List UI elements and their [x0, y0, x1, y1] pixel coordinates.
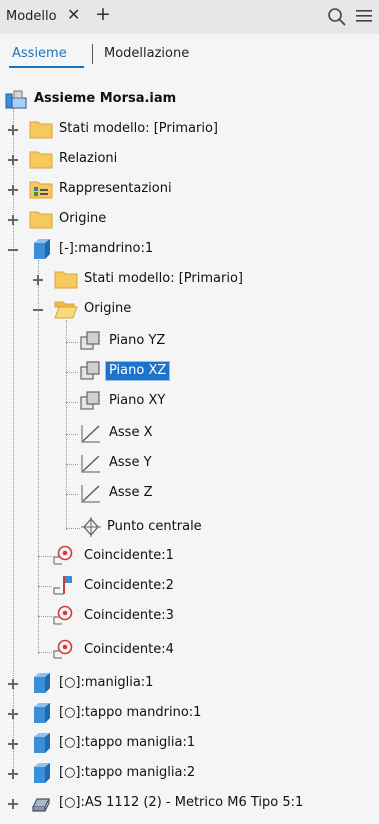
- tree-item-maniglia[interactable]: [○]:maniglia:1: [0, 672, 379, 698]
- expand-toggle[interactable]: [8, 679, 18, 689]
- tree-item-stati-modello[interactable]: Stati modello: [Primario]: [0, 118, 379, 144]
- close-icon[interactable]: ✕: [67, 6, 80, 24]
- part-icon: [34, 733, 50, 753]
- flush-constraint-icon: [53, 576, 72, 595]
- expand-toggle[interactable]: [33, 275, 43, 285]
- tree-item-label: Asse Y: [109, 455, 152, 470]
- work-plane-icon: [80, 361, 100, 380]
- tree-root-label: Assieme Morsa.iam: [34, 91, 177, 106]
- representations-folder-icon: [29, 181, 53, 199]
- work-plane-icon: [80, 391, 100, 410]
- tree-item-rappresentazioni[interactable]: Rappresentazioni: [0, 178, 379, 204]
- tree-item-label: [○]:AS 1112 (2) - Metrico M6 Tipo 5:1: [59, 795, 304, 810]
- tree-item-coincidente-1[interactable]: Coincidente:1: [0, 544, 379, 570]
- tree-item-label: [○]:tappo maniglia:2: [59, 765, 196, 780]
- expand-toggle[interactable]: [8, 155, 18, 165]
- expand-toggle[interactable]: [8, 215, 18, 225]
- tree-item-label: Rappresentazioni: [59, 181, 172, 196]
- tree-item-tappo-mandrino[interactable]: [○]:tappo mandrino:1: [0, 702, 379, 728]
- expand-toggle[interactable]: [8, 739, 18, 749]
- tree-item-as-1112[interactable]: [○]:AS 1112 (2) - Metrico M6 Tipo 5:1: [0, 792, 379, 818]
- work-axis-icon: [81, 425, 100, 443]
- tree-item-label: [-]:mandrino:1: [59, 241, 154, 256]
- tab-separator: [92, 44, 93, 64]
- panel-title[interactable]: Modello: [6, 9, 57, 24]
- tree-item-label: [○]:maniglia:1: [59, 675, 154, 690]
- tree-item-label: [○]:tappo maniglia:1: [59, 735, 196, 750]
- tree-item-label: Asse Z: [109, 485, 153, 500]
- work-axis-icon: [81, 455, 100, 473]
- tree-item-label: Coincidente:3: [84, 608, 174, 623]
- add-tab-icon[interactable]: +: [95, 5, 111, 24]
- tree-item-asse-y[interactable]: Asse Y: [0, 452, 379, 478]
- work-plane-icon: [80, 331, 100, 350]
- tree-item-coincidente-3[interactable]: Coincidente:3: [0, 604, 379, 630]
- tree-item-tappo-maniglia-2[interactable]: [○]:tappo maniglia:2: [0, 762, 379, 788]
- assembly-icon: [5, 90, 27, 109]
- expand-toggle[interactable]: [8, 125, 18, 135]
- browser-header: Modello ✕ +: [0, 0, 379, 34]
- tree-item-label: [○]:tappo mandrino:1: [59, 705, 202, 720]
- tree-item-label: Stati modello: [Primario]: [59, 121, 218, 136]
- expand-toggle[interactable]: [8, 769, 18, 779]
- tree-item-mandrino[interactable]: [-]:mandrino:1: [0, 238, 379, 264]
- tree-item-label: Origine: [59, 211, 107, 226]
- expand-toggle[interactable]: [8, 799, 18, 809]
- tree-item-label: Punto centrale: [107, 519, 202, 534]
- mate-constraint-icon: [53, 639, 73, 659]
- mate-constraint-icon: [53, 605, 73, 625]
- folder-icon: [54, 271, 78, 289]
- tab-assieme[interactable]: Assieme: [12, 46, 67, 61]
- expand-toggle[interactable]: [8, 709, 18, 719]
- tree-item-label: Asse X: [109, 425, 153, 440]
- folder-icon: [29, 121, 53, 139]
- part-icon: [34, 763, 50, 783]
- tree-item-label: Stati modello: [Primario]: [84, 271, 243, 286]
- tab-modellazione[interactable]: Modellazione: [104, 46, 189, 61]
- expand-toggle[interactable]: [8, 185, 18, 195]
- tree-item-label: Coincidente:4: [84, 642, 174, 657]
- tree-item-tappo-maniglia-1[interactable]: [○]:tappo maniglia:1: [0, 732, 379, 758]
- part-icon: [34, 703, 50, 723]
- part-icon: [34, 239, 50, 259]
- search-icon[interactable]: [327, 7, 347, 27]
- part-icon: [34, 673, 50, 693]
- collapse-toggle[interactable]: [33, 305, 43, 315]
- folder-icon: [29, 211, 53, 229]
- tree-item-label-selected: Piano XZ: [104, 361, 171, 381]
- tree-item-label: Coincidente:2: [84, 578, 174, 593]
- open-folder-icon: [54, 301, 78, 319]
- tree-item-asse-z[interactable]: Asse Z: [0, 482, 379, 508]
- tree-item-label: Piano XY: [109, 393, 166, 408]
- tree-item-piano-xy[interactable]: Piano XY: [0, 390, 379, 416]
- tree-root[interactable]: Assieme Morsa.iam: [0, 88, 379, 114]
- tree-item-asse-x[interactable]: Asse X: [0, 422, 379, 448]
- tree-item-piano-xz[interactable]: Piano XZ: [0, 360, 379, 386]
- collapse-toggle[interactable]: [8, 245, 18, 255]
- tree-item-origine-mandrino[interactable]: Origine: [0, 298, 379, 324]
- fastener-icon: [32, 798, 50, 812]
- tree-item-punto-centrale[interactable]: Punto centrale: [0, 516, 379, 542]
- work-axis-icon: [81, 485, 100, 503]
- active-tab-indicator: [9, 66, 84, 68]
- tree-item-coincidente-4[interactable]: Coincidente:4: [0, 638, 379, 664]
- tree-item-label: Piano YZ: [109, 333, 166, 348]
- tree-item-coincidente-2[interactable]: Coincidente:2: [0, 574, 379, 600]
- mate-constraint-icon: [53, 545, 73, 565]
- tree-item-piano-yz[interactable]: Piano YZ: [0, 330, 379, 356]
- tree-item-stati-modello-mandrino[interactable]: Stati modello: [Primario]: [0, 268, 379, 294]
- tree-item-label: Relazioni: [59, 151, 118, 166]
- folder-icon: [29, 151, 53, 169]
- work-point-icon: [81, 517, 101, 537]
- tree-item-label: Coincidente:1: [84, 548, 174, 563]
- tree-item-label: Origine: [84, 301, 132, 316]
- model-browser-tree: Assieme Morsa.iam Stati modello: [Primar…: [0, 78, 379, 824]
- tree-item-origine[interactable]: Origine: [0, 208, 379, 234]
- menu-icon[interactable]: [356, 9, 372, 23]
- tree-item-relazioni[interactable]: Relazioni: [0, 148, 379, 174]
